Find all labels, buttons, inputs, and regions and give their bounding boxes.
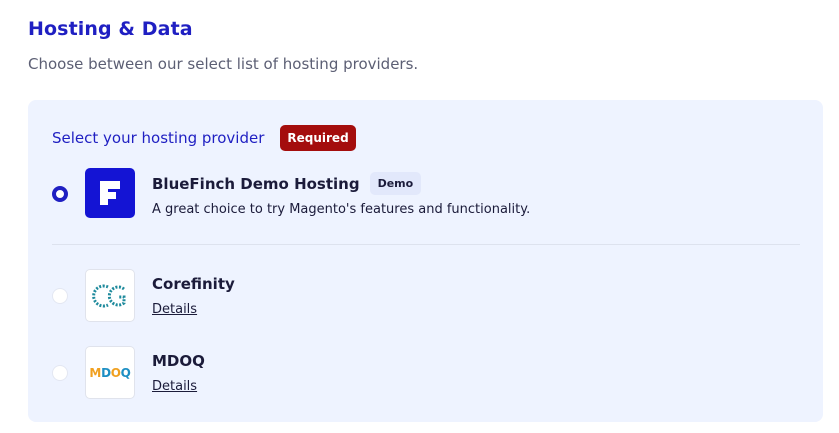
option-name-text: BlueFinch Demo Hosting [152, 175, 360, 193]
radio-corefinity[interactable] [52, 288, 68, 304]
option-description-bluefinch: A great choice to try Magento's features… [152, 202, 531, 217]
hosting-provider-panel: Select your hosting provider Required Bl… [28, 100, 823, 422]
section-title: Hosting & Data [28, 18, 193, 40]
option-bluefinch[interactable]: BlueFinch Demo Hosting Demo A great choic… [52, 168, 800, 238]
option-name-corefinity: Corefinity [152, 275, 235, 293]
demo-badge: Demo [369, 172, 422, 195]
option-name-bluefinch: BlueFinch Demo Hosting Demo [152, 172, 422, 196]
corefinity-logo-icon [85, 269, 135, 322]
divider [52, 244, 800, 245]
section-subtitle: Choose between our select list of hostin… [28, 55, 419, 73]
required-badge: Required [280, 125, 356, 151]
mdoq-logo-text: MDOQ [89, 365, 131, 380]
bluefinch-logo-icon [85, 168, 135, 218]
option-mdoq[interactable]: MDOQ MDOQ Details [52, 346, 800, 400]
option-corefinity[interactable]: Corefinity Details [52, 269, 800, 323]
panel-title: Select your hosting provider [52, 129, 265, 147]
mdoq-logo-icon: MDOQ [85, 346, 135, 399]
radio-bluefinch[interactable] [52, 186, 68, 202]
panel-header: Select your hosting provider Required [52, 125, 356, 151]
radio-mdoq[interactable] [52, 365, 68, 381]
details-link-corefinity[interactable]: Details [152, 302, 197, 317]
details-link-mdoq[interactable]: Details [152, 379, 197, 394]
option-name-mdoq: MDOQ [152, 352, 205, 370]
